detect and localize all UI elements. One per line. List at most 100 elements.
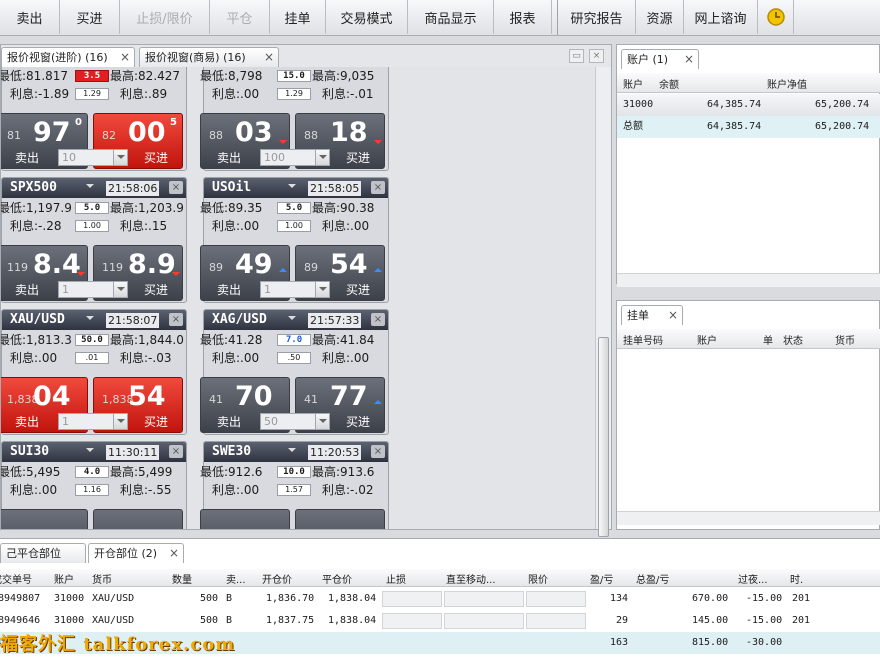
tab-quote-advanced[interactable]: 报价视窗(进阶) (16) × xyxy=(1,47,135,67)
limit-cell[interactable] xyxy=(526,613,586,629)
menu-item-4[interactable]: 挂单 xyxy=(270,0,326,34)
col-header[interactable]: 时. xyxy=(790,571,803,586)
position-row[interactable]: 68949807 31000 XAU/USD 500 B 1,836.70 1,… xyxy=(0,588,880,610)
position-row[interactable]: 68949646 31000 XAU/USD 500 B 1,837.75 1,… xyxy=(0,610,880,632)
chevron-down-icon[interactable] xyxy=(288,316,296,324)
interest-row: 利息:.00 1.57 利息:-.02 xyxy=(212,483,374,497)
col-header[interactable]: 成交单号 xyxy=(0,571,32,586)
trailing-cell[interactable] xyxy=(444,591,524,607)
close-icon[interactable]: × xyxy=(120,48,130,67)
tab-open-positions[interactable]: 开仓部位 (2) × xyxy=(88,543,184,563)
quantity-select[interactable]: 50 xyxy=(260,413,330,430)
close-icon[interactable]: × xyxy=(169,181,183,194)
sell-price-button[interactable]: 卖出 xyxy=(200,509,290,529)
chevron-down-icon[interactable] xyxy=(113,414,127,429)
chevron-down-icon[interactable] xyxy=(86,316,94,324)
col-header[interactable]: 数量 xyxy=(172,571,192,586)
col-type[interactable]: 单 xyxy=(763,332,773,347)
col-header[interactable]: 盈/亏 xyxy=(590,571,613,586)
col-equity[interactable]: 账户净值 xyxy=(767,76,807,91)
menu-item-9[interactable]: 资源 xyxy=(636,0,684,34)
col-header[interactable]: 总盈/亏 xyxy=(636,571,669,586)
close-icon[interactable]: × xyxy=(589,49,604,63)
menu-item-1[interactable]: 买进 xyxy=(60,0,120,34)
col-status[interactable]: 状态 xyxy=(783,332,803,347)
chevron-down-icon[interactable] xyxy=(315,414,329,429)
horizontal-scrollbar[interactable] xyxy=(617,273,880,287)
clock-icon[interactable] xyxy=(758,0,794,34)
col-currency[interactable]: 货币 xyxy=(835,332,855,347)
col-account[interactable]: 账户 xyxy=(623,76,643,91)
stop-cell[interactable] xyxy=(382,591,442,607)
trailing-cell[interactable] xyxy=(444,613,524,629)
symbol: SPX500 xyxy=(10,180,57,195)
spread-badge: 5.0 xyxy=(277,202,311,214)
col-account[interactable]: 账户 xyxy=(697,332,717,347)
col-header[interactable]: 平仓价 xyxy=(322,571,352,586)
scrollbar-thumb[interactable] xyxy=(598,337,609,537)
close-icon[interactable]: × xyxy=(371,313,385,326)
limit-cell[interactable] xyxy=(526,591,586,607)
quote-card: SWE30 11:20:53 × 最低:912.6 10.0 最高:913.6 … xyxy=(200,441,389,529)
col-order-id[interactable]: 挂单号码 xyxy=(623,332,663,347)
quantity-select[interactable]: 1 xyxy=(58,281,128,298)
close-icon[interactable]: × xyxy=(684,50,694,69)
close-icon[interactable]: × xyxy=(169,445,183,458)
chevron-down-icon[interactable] xyxy=(315,150,329,165)
menu-item-7[interactable]: 报表 xyxy=(494,0,552,34)
vertical-scrollbar[interactable] xyxy=(595,67,611,537)
menu-item-6[interactable]: 商品显示 xyxy=(408,0,494,34)
menu-item-5[interactable]: 交易模式 xyxy=(326,0,408,34)
buy-price-button[interactable]: 买进 xyxy=(295,509,385,529)
tab-closed-positions[interactable]: 己平仓部位 xyxy=(0,543,86,563)
menu-item-3[interactable]: 平仓 xyxy=(210,0,270,34)
quantity-select[interactable]: 1 xyxy=(260,281,330,298)
down-arrow-icon xyxy=(172,272,180,280)
close-icon[interactable]: × xyxy=(169,313,183,326)
tab-orders[interactable]: 挂单 × xyxy=(621,305,683,325)
chevron-down-icon[interactable] xyxy=(86,448,94,456)
col-header[interactable]: 开仓价 xyxy=(262,571,292,586)
range-row: 最低:1,813.3 50.0 最高:1,844.0 xyxy=(1,333,184,347)
col-header[interactable]: 止损 xyxy=(386,571,406,586)
tab-quote-simple[interactable]: 报价视窗(商易) (16) × xyxy=(139,47,279,67)
chevron-down-icon[interactable] xyxy=(315,282,329,297)
menu-item-10[interactable]: 网上谘询 xyxy=(684,0,758,34)
col-header[interactable]: 限价 xyxy=(528,571,548,586)
close-icon[interactable]: × xyxy=(371,445,385,458)
col-header[interactable]: 过夜... xyxy=(738,571,768,586)
close-icon[interactable]: × xyxy=(668,306,678,325)
symbol: USOil xyxy=(212,180,252,195)
close-icon[interactable]: × xyxy=(371,181,385,194)
menu-item-2[interactable]: 止损/限价 xyxy=(120,0,210,34)
range-row: 最低:5,495 4.0 最高:5,499 xyxy=(1,465,173,479)
buy-price-button[interactable]: 买进 xyxy=(93,509,183,529)
close-icon[interactable]: × xyxy=(169,544,179,563)
range-row: 最低:8,798 15.0 最高:9,035 xyxy=(200,69,375,83)
chevron-down-icon[interactable] xyxy=(113,150,127,165)
quantity-select[interactable]: 1 xyxy=(58,413,128,430)
col-header[interactable]: 货币 xyxy=(92,571,112,586)
menu-item-8[interactable]: 研究报告 xyxy=(558,0,636,34)
range-row: 最低:89.35 5.0 最高:90.38 xyxy=(200,201,375,215)
col-balance[interactable]: 余额 xyxy=(659,76,679,91)
chevron-down-icon[interactable] xyxy=(288,448,296,456)
col-header[interactable]: 卖... xyxy=(226,571,246,586)
chevron-down-icon[interactable] xyxy=(86,184,94,192)
sell-price-button[interactable]: 卖出 xyxy=(1,509,88,529)
quantity-select[interactable]: 10 xyxy=(58,149,128,166)
stop-cell[interactable] xyxy=(382,613,442,629)
restore-icon[interactable]: ▭ xyxy=(569,49,584,63)
spread-badge: 4.0 xyxy=(75,466,109,478)
col-header[interactable]: 账户 xyxy=(54,571,74,586)
menu-item-0[interactable]: 卖出 xyxy=(0,0,60,34)
account-total-row: 总额 64,385.74 65,200.74 xyxy=(617,116,880,138)
tab-accounts[interactable]: 账户 (1) × xyxy=(621,49,699,69)
horizontal-scrollbar[interactable] xyxy=(617,511,880,525)
chevron-down-icon[interactable] xyxy=(288,184,296,192)
quantity-select[interactable]: 100 xyxy=(260,149,330,166)
col-header[interactable]: 直至移动... xyxy=(446,571,496,586)
account-row[interactable]: 31000 64,385.74 65,200.74 xyxy=(617,94,880,116)
close-icon[interactable]: × xyxy=(264,48,274,67)
chevron-down-icon[interactable] xyxy=(113,282,127,297)
